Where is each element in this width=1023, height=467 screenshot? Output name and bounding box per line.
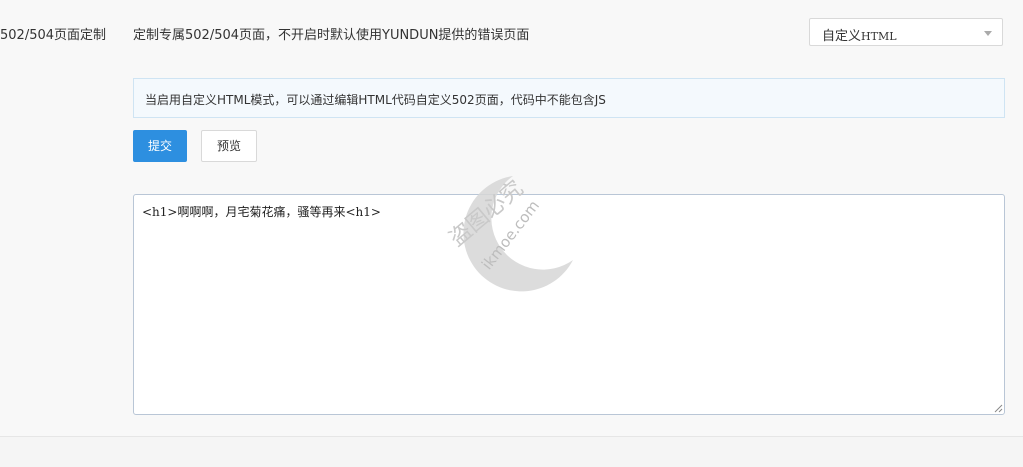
setting-description: 定制专属502/504页面，不开启时默认使用YUNDUN提供的错误页面 [133, 28, 530, 43]
setting-label: 502/504页面定制 [0, 28, 107, 43]
html-code-editor-content: <h1>啊啊啊，月宅菊花痛，骚等再来<h1> [142, 205, 381, 219]
chevron-down-icon [984, 31, 992, 36]
html-code-editor[interactable]: <h1>啊啊啊，月宅菊花痛，骚等再来<h1> [133, 194, 1005, 415]
info-notice-text: 当启用自定义HTML模式，可以通过编辑HTML代码自定义502页面，代码中不能包… [145, 93, 606, 107]
mode-select[interactable]: 自定义HTML [809, 18, 1003, 46]
mode-select-value-suffix: HTML [861, 30, 897, 43]
mode-select-value-prefix: 自定义 [822, 29, 862, 44]
error-page-settings-panel: 502/504页面定制 定制专属502/504页面，不开启时默认使用YUNDUN… [0, 0, 1023, 437]
resize-handle-icon[interactable] [993, 403, 1003, 413]
info-notice: 当启用自定义HTML模式，可以通过编辑HTML代码自定义502页面，代码中不能包… [133, 78, 1005, 118]
submit-button[interactable]: 提交 [133, 130, 187, 162]
preview-button[interactable]: 预览 [201, 130, 257, 162]
mode-select-value: 自定义HTML [822, 25, 897, 44]
